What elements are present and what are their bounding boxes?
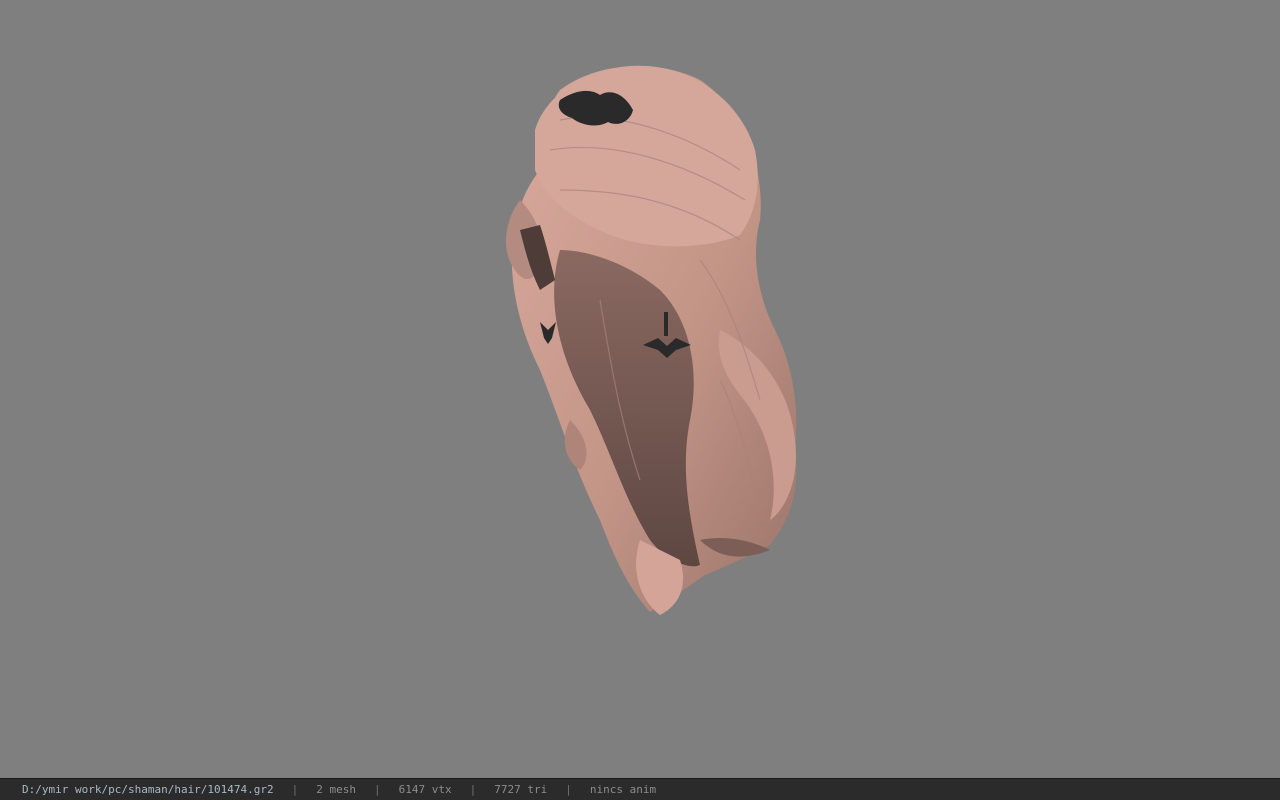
status-bar: D:/ymir work/pc/shaman/hair/101474.gr2 |… [0, 778, 1280, 800]
status-separator: | [469, 783, 477, 796]
3d-viewport[interactable] [0, 0, 1280, 778]
mesh-count: 2 mesh [316, 783, 357, 796]
status-separator: | [565, 783, 572, 796]
hair-model-icon[interactable] [0, 0, 1280, 778]
status-separator: | [291, 783, 299, 796]
vertex-count: 6147 vtx [398, 783, 452, 796]
animation-status: nincs anim [589, 783, 657, 796]
triangle-count: 7727 tri [494, 783, 548, 796]
status-separator: | [374, 783, 381, 796]
file-path-label: D:/ymir work/pc/shaman/hair/101474.gr2 [22, 783, 274, 796]
